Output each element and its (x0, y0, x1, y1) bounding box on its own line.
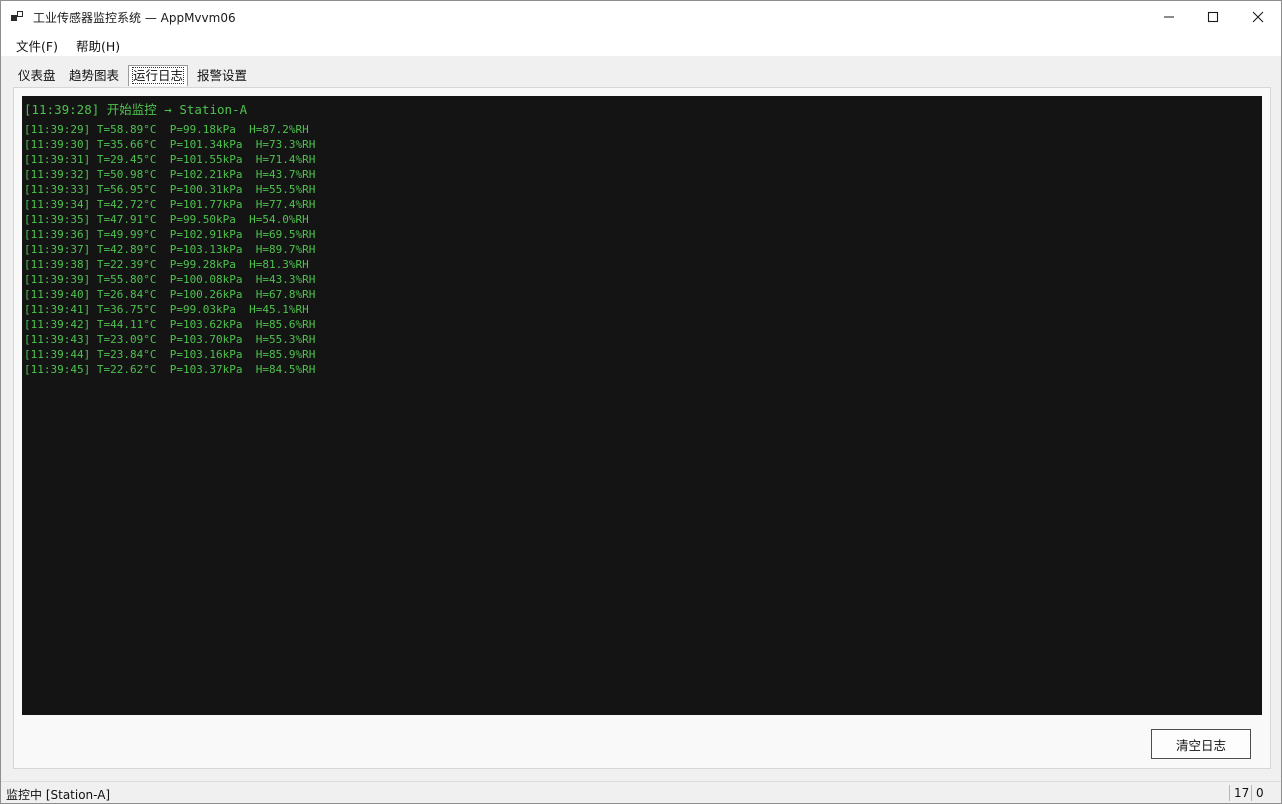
tab-alarm-settings[interactable]: 报警设置 (193, 66, 251, 85)
log-line: [11:39:40] T=26.84°C P=100.26kPa H=67.8%… (24, 288, 316, 301)
tab-run-log[interactable]: 运行日志 (128, 65, 189, 86)
app-window-icon (11, 11, 23, 21)
tab-strip: 仪表盘 趋势图表 运行日志 报警设置 (1, 56, 1281, 88)
tab-dashboard[interactable]: 仪表盘 (14, 66, 60, 85)
log-line: [11:39:30] T=35.66°C P=101.34kPa H=73.3%… (24, 138, 316, 151)
maximize-icon (1207, 11, 1219, 22)
log-line: [11:39:42] T=44.11°C P=103.62kPa H=85.6%… (24, 318, 316, 331)
maximize-button[interactable] (1190, 1, 1236, 32)
log-line: [11:39:32] T=50.98°C P=102.21kPa H=43.7%… (24, 168, 316, 181)
log-line: [11:39:39] T=55.80°C P=100.08kPa H=43.3%… (24, 273, 316, 286)
clear-log-button[interactable]: 清空日志 (1151, 729, 1251, 759)
menu-help[interactable]: 帮助(H) (76, 36, 120, 55)
log-line: [11:39:31] T=29.45°C P=101.55kPa H=71.4%… (24, 153, 316, 166)
minimize-button[interactable] (1146, 1, 1192, 32)
log-line: [11:39:38] T=22.39°C P=99.28kPa H=81.3%R… (24, 258, 309, 271)
close-button[interactable] (1235, 1, 1281, 32)
tab-label: 趋势图表 (69, 68, 120, 83)
title-bar[interactable]: 工业传感器监控系统 — AppMvvm06 (1, 1, 1281, 32)
status-text: 监控中 [Station-A] (6, 788, 111, 802)
menu-file[interactable]: 文件(F) (16, 36, 58, 55)
log-header-line: [11:39:28] 开始监控 → Station-A (24, 102, 248, 117)
log-line: [11:39:44] T=23.84°C P=103.16kPa H=85.9%… (24, 348, 316, 361)
tab-label: 仪表盘 (18, 68, 56, 83)
status-count: 17 (1229, 785, 1249, 801)
log-line: [11:39:35] T=47.91°C P=99.50kPa H=54.0%R… (24, 213, 309, 226)
window-title: 工业传感器监控系统 — AppMvvm06 (33, 11, 236, 25)
close-icon (1252, 11, 1264, 22)
log-line: [11:39:34] T=42.72°C P=101.77kPa H=77.4%… (24, 198, 316, 211)
log-line: [11:39:45] T=22.62°C P=103.37kPa H=84.5%… (24, 363, 316, 376)
log-line: [11:39:43] T=23.09°C P=103.70kPa H=55.3%… (24, 333, 316, 346)
log-line: [11:39:41] T=36.75°C P=99.03kPa H=45.1%R… (24, 303, 309, 316)
tab-label: 运行日志 (131, 67, 185, 84)
tab-label: 报警设置 (197, 68, 248, 83)
log-lines: [11:39:29] T=58.89°C P=99.18kPa H=87.2%R… (24, 122, 315, 377)
minimize-icon (1164, 16, 1174, 17)
status-bar: 监控中 [Station-A] 17 0 (1, 781, 1281, 803)
log-console[interactable]: [11:39:28] 开始监控 → Station-A [11:39:29] T… (22, 96, 1262, 715)
status-errors: 0 (1251, 785, 1264, 801)
menu-bar: 文件(F) 帮助(H) (1, 32, 1281, 56)
log-line: [11:39:33] T=56.95°C P=100.31kPa H=55.5%… (24, 183, 316, 196)
log-line: [11:39:37] T=42.89°C P=103.13kPa H=89.7%… (24, 243, 316, 256)
log-line: [11:39:29] T=58.89°C P=99.18kPa H=87.2%R… (24, 123, 309, 136)
log-line: [11:39:36] T=49.99°C P=102.91kPa H=69.5%… (24, 228, 316, 241)
tab-trend-chart[interactable]: 趋势图表 (65, 66, 123, 85)
app-window: 工业传感器监控系统 — AppMvvm06 文件(F) 帮助(H) 仪表盘 趋势… (0, 0, 1282, 804)
